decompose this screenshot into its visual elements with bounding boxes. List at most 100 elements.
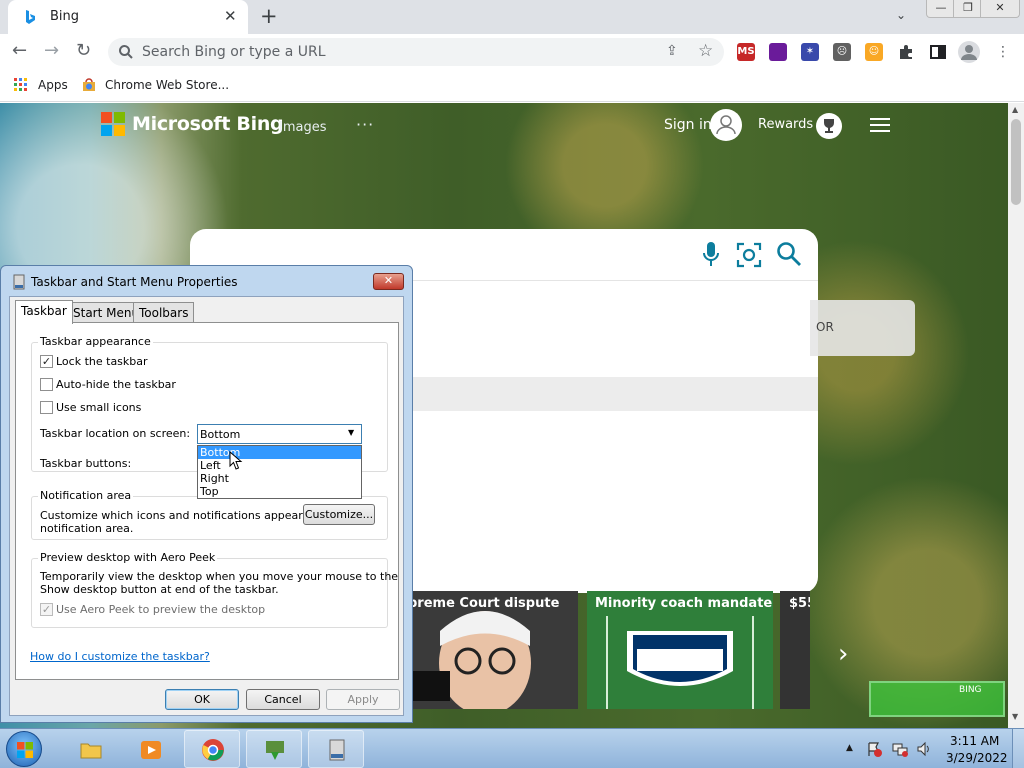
chrome-menu-icon[interactable]: ⋮ [996, 43, 1010, 61]
trophy-icon [824, 119, 834, 133]
scroll-down-icon[interactable]: ▼ [1012, 712, 1018, 721]
more-menu[interactable]: ··· [356, 115, 374, 134]
chrome-web-store-icon [83, 78, 95, 91]
group-label: Notification area [38, 489, 134, 502]
action-center-flag-icon[interactable] [866, 741, 882, 757]
scroll-thumb[interactable] [1011, 119, 1021, 205]
lock-taskbar-label: Lock the taskbar [56, 355, 148, 368]
bookmark-apps[interactable]: Apps [38, 78, 68, 92]
address-bar[interactable]: Search Bing or type a URL ⇪ ☆ [108, 38, 724, 66]
taskbar-chrome[interactable] [184, 730, 240, 768]
tab-title: Bing [50, 9, 80, 24]
taskbar-properties-app[interactable] [308, 730, 364, 768]
account-avatar[interactable] [710, 109, 742, 141]
location-option-right[interactable]: Right [198, 472, 361, 485]
aero-text-line1: Temporarily view the desktop when you mo… [40, 570, 399, 583]
taskbar-properties-icon [13, 274, 25, 290]
show-hidden-icons-button[interactable]: ▲ [846, 743, 853, 753]
apps-grid-icon[interactable] [14, 78, 28, 92]
aero-peek-checkbox[interactable]: ✓ [40, 603, 53, 616]
dropdown-arrow-icon: ▼ [348, 428, 355, 437]
bookmark-chrome-web-store[interactable]: Chrome Web Store... [105, 78, 229, 92]
news-card[interactable]: $55 [780, 591, 810, 709]
bonus-badge-text: BING [959, 685, 982, 695]
search-submit-icon[interactable] [776, 241, 802, 267]
taskbar-media-player[interactable] [122, 730, 178, 768]
extension-emoji-icon[interactable]: ☺ [865, 43, 883, 61]
bonus-badge[interactable]: BING [869, 681, 1005, 717]
tab-search-icon[interactable]: ⌄ [896, 8, 906, 22]
start-button[interactable] [6, 731, 42, 767]
taskbar-buttons-label: Taskbar buttons: [40, 457, 132, 470]
rewards-link[interactable]: Rewards [758, 117, 813, 132]
rewards-trophy[interactable] [816, 113, 842, 139]
sign-in-link[interactable]: Sign in [664, 117, 712, 133]
ok-button[interactable]: OK [165, 689, 239, 710]
apply-button[interactable]: Apply [326, 689, 400, 710]
visual-search-icon[interactable] [736, 242, 762, 268]
news-next-button[interactable]: › [838, 639, 848, 669]
aero-text-line2: Show desktop button at end of the taskba… [40, 583, 279, 596]
bookmarks-bar: Apps Chrome Web Store... [0, 70, 1024, 102]
page-scrollbar[interactable]: ▲ ▼ [1008, 103, 1024, 728]
location-option-left[interactable]: Left [198, 459, 361, 472]
news-title: Minority coach mandate [595, 596, 773, 611]
help-link[interactable]: How do I customize the taskbar? [30, 650, 210, 663]
quiz-side-card[interactable]: OR [810, 300, 915, 356]
network-icon[interactable] [892, 741, 908, 757]
tab-taskbar[interactable]: Taskbar [15, 300, 73, 324]
taskbar-properties-dialog: Taskbar and Start Menu Properties ✕ Task… [0, 265, 413, 723]
profile-avatar[interactable] [958, 41, 980, 63]
images-link[interactable]: Images [279, 120, 327, 135]
clock-date[interactable]: 3/29/2022 [946, 751, 1008, 765]
autohide-taskbar-checkbox[interactable] [40, 378, 53, 391]
side-panel-icon[interactable] [929, 43, 947, 61]
address-bar-placeholder: Search Bing or type a URL [142, 44, 326, 60]
extension-bar-icon[interactable] [769, 43, 787, 61]
lock-taskbar-checkbox[interactable]: ✓ [40, 355, 53, 368]
location-option-top[interactable]: Top [198, 485, 361, 498]
aero-peek-label: Use Aero Peek to preview the desktop [56, 603, 266, 616]
share-icon[interactable]: ⇪ [666, 43, 678, 59]
clock-time[interactable]: 3:11 AM [950, 734, 999, 748]
news-card[interactable]: preme Court dispute [400, 591, 578, 709]
maximize-button[interactable]: ❐ [953, 0, 983, 18]
tab-close-icon[interactable]: ✕ [224, 7, 237, 25]
forward-button[interactable]: → [44, 41, 59, 61]
reload-button[interactable]: ↻ [76, 41, 91, 61]
extension-ms-icon[interactable]: MS [737, 43, 755, 61]
window-close-button[interactable]: ✕ [980, 0, 1020, 18]
extensions-puzzle-icon[interactable] [897, 43, 915, 61]
notification-text-line1: Customize which icons and notifications … [40, 509, 338, 522]
cancel-button[interactable]: Cancel [246, 689, 320, 710]
minimize-button[interactable]: — [926, 0, 956, 18]
customize-button[interactable]: Customize... [303, 504, 375, 525]
network-download-icon [266, 741, 284, 760]
taskbar-location-select[interactable]: Bottom ▼ [197, 424, 362, 444]
volume-icon[interactable] [916, 741, 932, 757]
tab-toolbars[interactable]: Toolbars [133, 302, 195, 323]
small-icons-checkbox[interactable] [40, 401, 53, 414]
new-tab-button[interactable]: + [260, 4, 278, 28]
dialog-close-button[interactable]: ✕ [373, 273, 404, 290]
media-player-icon [141, 741, 161, 759]
side-card-text: OR [816, 320, 834, 334]
show-desktop-button[interactable] [1012, 729, 1024, 768]
notification-text-line2: notification area. [40, 522, 134, 535]
location-option-bottom[interactable]: Bottom [198, 446, 361, 459]
news-card[interactable]: Minority coach mandate [587, 591, 773, 709]
scroll-up-icon[interactable]: ▲ [1012, 105, 1018, 114]
tab-bing[interactable]: Bing ✕ [8, 0, 248, 34]
hamburger-menu-icon[interactable] [870, 117, 890, 133]
taskbar-location-label: Taskbar location on screen: [40, 427, 191, 440]
microphone-icon[interactable] [702, 241, 720, 267]
bing-brand[interactable]: Microsoft Bing [132, 113, 284, 135]
extension-star-icon[interactable]: ✶ [801, 43, 819, 61]
tab-strip: Bing ✕ + ⌄ — ❐ ✕ [0, 0, 1024, 34]
taskbar-explorer[interactable] [62, 730, 118, 768]
windows-logo-icon [17, 742, 33, 758]
taskbar-network-app[interactable] [246, 730, 302, 768]
bookmark-star-icon[interactable]: ☆ [698, 41, 713, 61]
back-button[interactable]: ← [12, 41, 27, 61]
extension-face-icon[interactable]: ☹ [833, 43, 851, 61]
